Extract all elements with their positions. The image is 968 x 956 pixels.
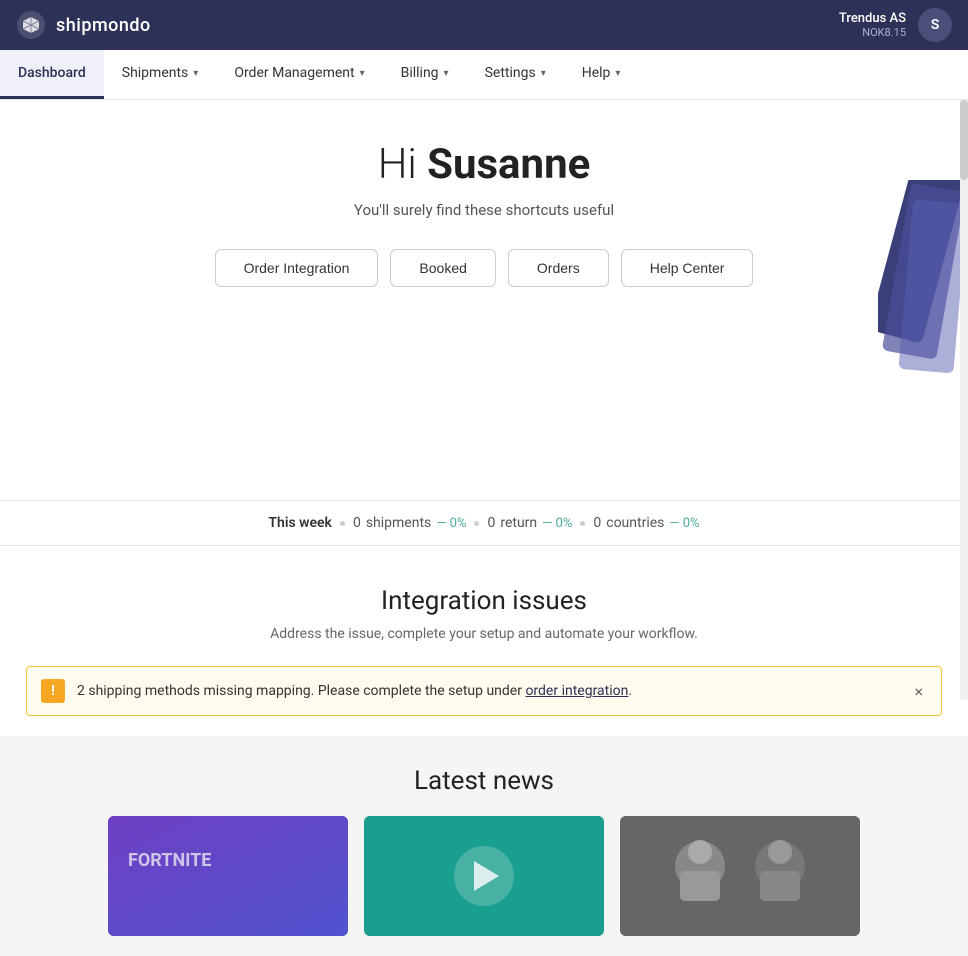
shortcut-buttons: Order Integration Booked Orders Help Cen… bbox=[215, 249, 754, 287]
stats-separator-1 bbox=[340, 521, 345, 526]
chevron-down-icon: ▾ bbox=[444, 68, 449, 79]
alert-link[interactable]: order integration bbox=[525, 683, 628, 699]
latest-news-section: Latest news FORTNITE bbox=[0, 736, 968, 956]
alert-text-before: 2 shipping methods missing mapping. Plea… bbox=[77, 683, 525, 699]
alert-banner: ! 2 shipping methods missing mapping. Pl… bbox=[26, 666, 942, 716]
chevron-down-icon: ▾ bbox=[193, 68, 198, 79]
news-card-1[interactable]: FORTNITE bbox=[108, 816, 348, 936]
order-integration-button[interactable]: Order Integration bbox=[215, 249, 379, 287]
stats-bar: This week 0 shipments — 0% 0 return — 0%… bbox=[0, 500, 968, 546]
nav-label-order-management: Order Management bbox=[234, 65, 354, 81]
nav-label-shipments: Shipments bbox=[122, 65, 189, 81]
integration-title: Integration issues bbox=[381, 586, 587, 616]
return-stat: 0 return — 0% bbox=[487, 515, 572, 531]
user-info: Trendus AS NOK8.15 bbox=[839, 11, 906, 39]
hero-section: Hi Susanne You'll surely find these shor… bbox=[0, 100, 968, 500]
nav-item-dashboard[interactable]: Dashboard bbox=[0, 50, 104, 99]
user-avatar[interactable]: S bbox=[918, 8, 952, 42]
nav-item-billing[interactable]: Billing ▾ bbox=[383, 50, 467, 99]
shipments-count: 0 bbox=[353, 515, 361, 531]
latest-news-title: Latest news bbox=[20, 766, 948, 796]
return-label: return bbox=[500, 515, 537, 531]
user-balance: NOK8.15 bbox=[839, 26, 906, 39]
shipments-percent: — 0% bbox=[436, 516, 466, 531]
decorative-bookmark bbox=[878, 180, 968, 380]
return-percent: — 0% bbox=[542, 516, 572, 531]
logo-area[interactable]: shipmondo bbox=[16, 10, 151, 40]
orders-button[interactable]: Orders bbox=[508, 249, 609, 287]
stats-separator-2 bbox=[474, 521, 479, 526]
greeting-name: Susanne bbox=[427, 140, 590, 189]
news-card-2[interactable] bbox=[364, 816, 604, 936]
news-card-3[interactable] bbox=[620, 816, 860, 936]
user-name: Trendus AS bbox=[839, 11, 906, 26]
countries-percent: — 0% bbox=[669, 516, 699, 531]
hero-subtitle: You'll surely find these shortcuts usefu… bbox=[354, 201, 614, 219]
shipments-label: shipments bbox=[366, 515, 431, 531]
nav-item-order-management[interactable]: Order Management ▾ bbox=[216, 50, 382, 99]
countries-label: countries bbox=[606, 515, 664, 531]
help-center-button[interactable]: Help Center bbox=[621, 249, 754, 287]
top-bar: shipmondo Trendus AS NOK8.15 S bbox=[0, 0, 968, 50]
integration-subtitle: Address the issue, complete your setup a… bbox=[270, 626, 698, 642]
logo-text: shipmondo bbox=[56, 15, 151, 36]
greeting-prefix: Hi bbox=[378, 140, 427, 189]
countries-count: 0 bbox=[593, 515, 601, 531]
integration-section: Integration issues Address the issue, co… bbox=[0, 546, 968, 736]
nav-label-settings: Settings bbox=[485, 65, 536, 81]
chevron-down-icon: ▾ bbox=[615, 68, 620, 79]
alert-text: 2 shipping methods missing mapping. Plea… bbox=[77, 683, 898, 699]
stats-period-label: This week bbox=[268, 515, 332, 531]
nav-label-help: Help bbox=[582, 65, 611, 81]
shipmondo-logo-icon bbox=[16, 10, 46, 40]
nav-item-shipments[interactable]: Shipments ▾ bbox=[104, 50, 217, 99]
shipments-stat: 0 shipments — 0% bbox=[353, 515, 467, 531]
alert-close-button[interactable]: × bbox=[910, 682, 927, 701]
scrollbar-thumb[interactable] bbox=[960, 100, 968, 180]
warning-icon: ! bbox=[41, 679, 65, 703]
scrollbar-track[interactable] bbox=[960, 100, 968, 700]
stats-separator-3 bbox=[580, 521, 585, 526]
news-cards: FORTNITE bbox=[20, 816, 948, 936]
chevron-down-icon: ▾ bbox=[360, 68, 365, 79]
nav-bar: Dashboard Shipments ▾ Order Management ▾… bbox=[0, 50, 968, 100]
user-area: Trendus AS NOK8.15 S bbox=[839, 8, 952, 42]
countries-stat: 0 countries — 0% bbox=[593, 515, 699, 531]
chevron-down-icon: ▾ bbox=[541, 68, 546, 79]
nav-label-billing: Billing bbox=[401, 65, 439, 81]
nav-label-dashboard: Dashboard bbox=[18, 65, 86, 81]
booked-button[interactable]: Booked bbox=[390, 249, 495, 287]
return-count: 0 bbox=[487, 515, 495, 531]
hero-greeting: Hi Susanne bbox=[378, 140, 591, 189]
nav-item-help[interactable]: Help ▾ bbox=[564, 50, 639, 99]
nav-item-settings[interactable]: Settings ▾ bbox=[467, 50, 564, 99]
alert-text-after: . bbox=[628, 683, 632, 699]
